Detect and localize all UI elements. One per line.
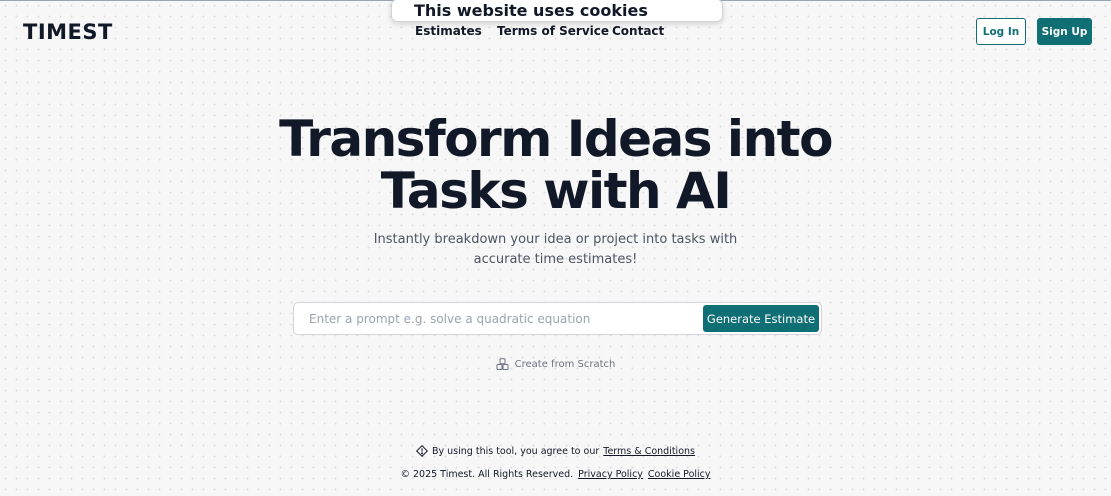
- nav-link-contact[interactable]: Contact: [612, 24, 664, 38]
- hero-title-line-2: Tasks with AI: [380, 162, 732, 220]
- nav-link-terms-of-service[interactable]: Terms of Service: [497, 24, 609, 38]
- hero-subtitle-line-1: Instantly breakdown your idea or project…: [373, 232, 738, 247]
- terms-agreement-text: By using this tool, you agree to our: [432, 445, 600, 457]
- privacy-policy-link[interactable]: Privacy Policy: [578, 469, 643, 480]
- signup-button[interactable]: Sign Up: [1037, 18, 1092, 45]
- create-from-scratch-link[interactable]: Create from Scratch: [0, 358, 1111, 371]
- main-nav: Estimates Terms of Service Contact: [0, 24, 1111, 42]
- diamond-info-icon: [416, 445, 428, 457]
- generate-estimate-button[interactable]: Generate Estimate: [703, 305, 819, 332]
- create-from-scratch-label: Create from Scratch: [514, 359, 616, 370]
- hero-subtitle-line-2: accurate time estimates!: [473, 252, 638, 267]
- hero-title-line-1: Transform Ideas into: [279, 110, 833, 168]
- terms-conditions-link[interactable]: Terms & Conditions: [603, 446, 695, 457]
- nav-link-estimates[interactable]: Estimates: [415, 24, 482, 38]
- blocks-icon: [496, 358, 509, 371]
- cookie-banner-text: This website uses cookies: [414, 1, 648, 20]
- hero-subtitle: Instantly breakdown your idea or project…: [0, 230, 1111, 270]
- prompt-form: Generate Estimate: [293, 302, 822, 335]
- hero-title: Transform Ideas into Tasks with AI: [0, 113, 1111, 217]
- cookie-policy-link[interactable]: Cookie Policy: [648, 469, 711, 480]
- terms-agreement: By using this tool, you agree to our Ter…: [0, 445, 1111, 457]
- footer: © 2025 Timest. All Rights Reserved. Priv…: [0, 469, 1111, 480]
- prompt-input[interactable]: [295, 304, 700, 333]
- login-button[interactable]: Log In: [976, 18, 1026, 45]
- copyright-text: © 2025 Timest. All Rights Reserved.: [400, 469, 574, 480]
- cookie-banner[interactable]: This website uses cookies: [391, 0, 723, 22]
